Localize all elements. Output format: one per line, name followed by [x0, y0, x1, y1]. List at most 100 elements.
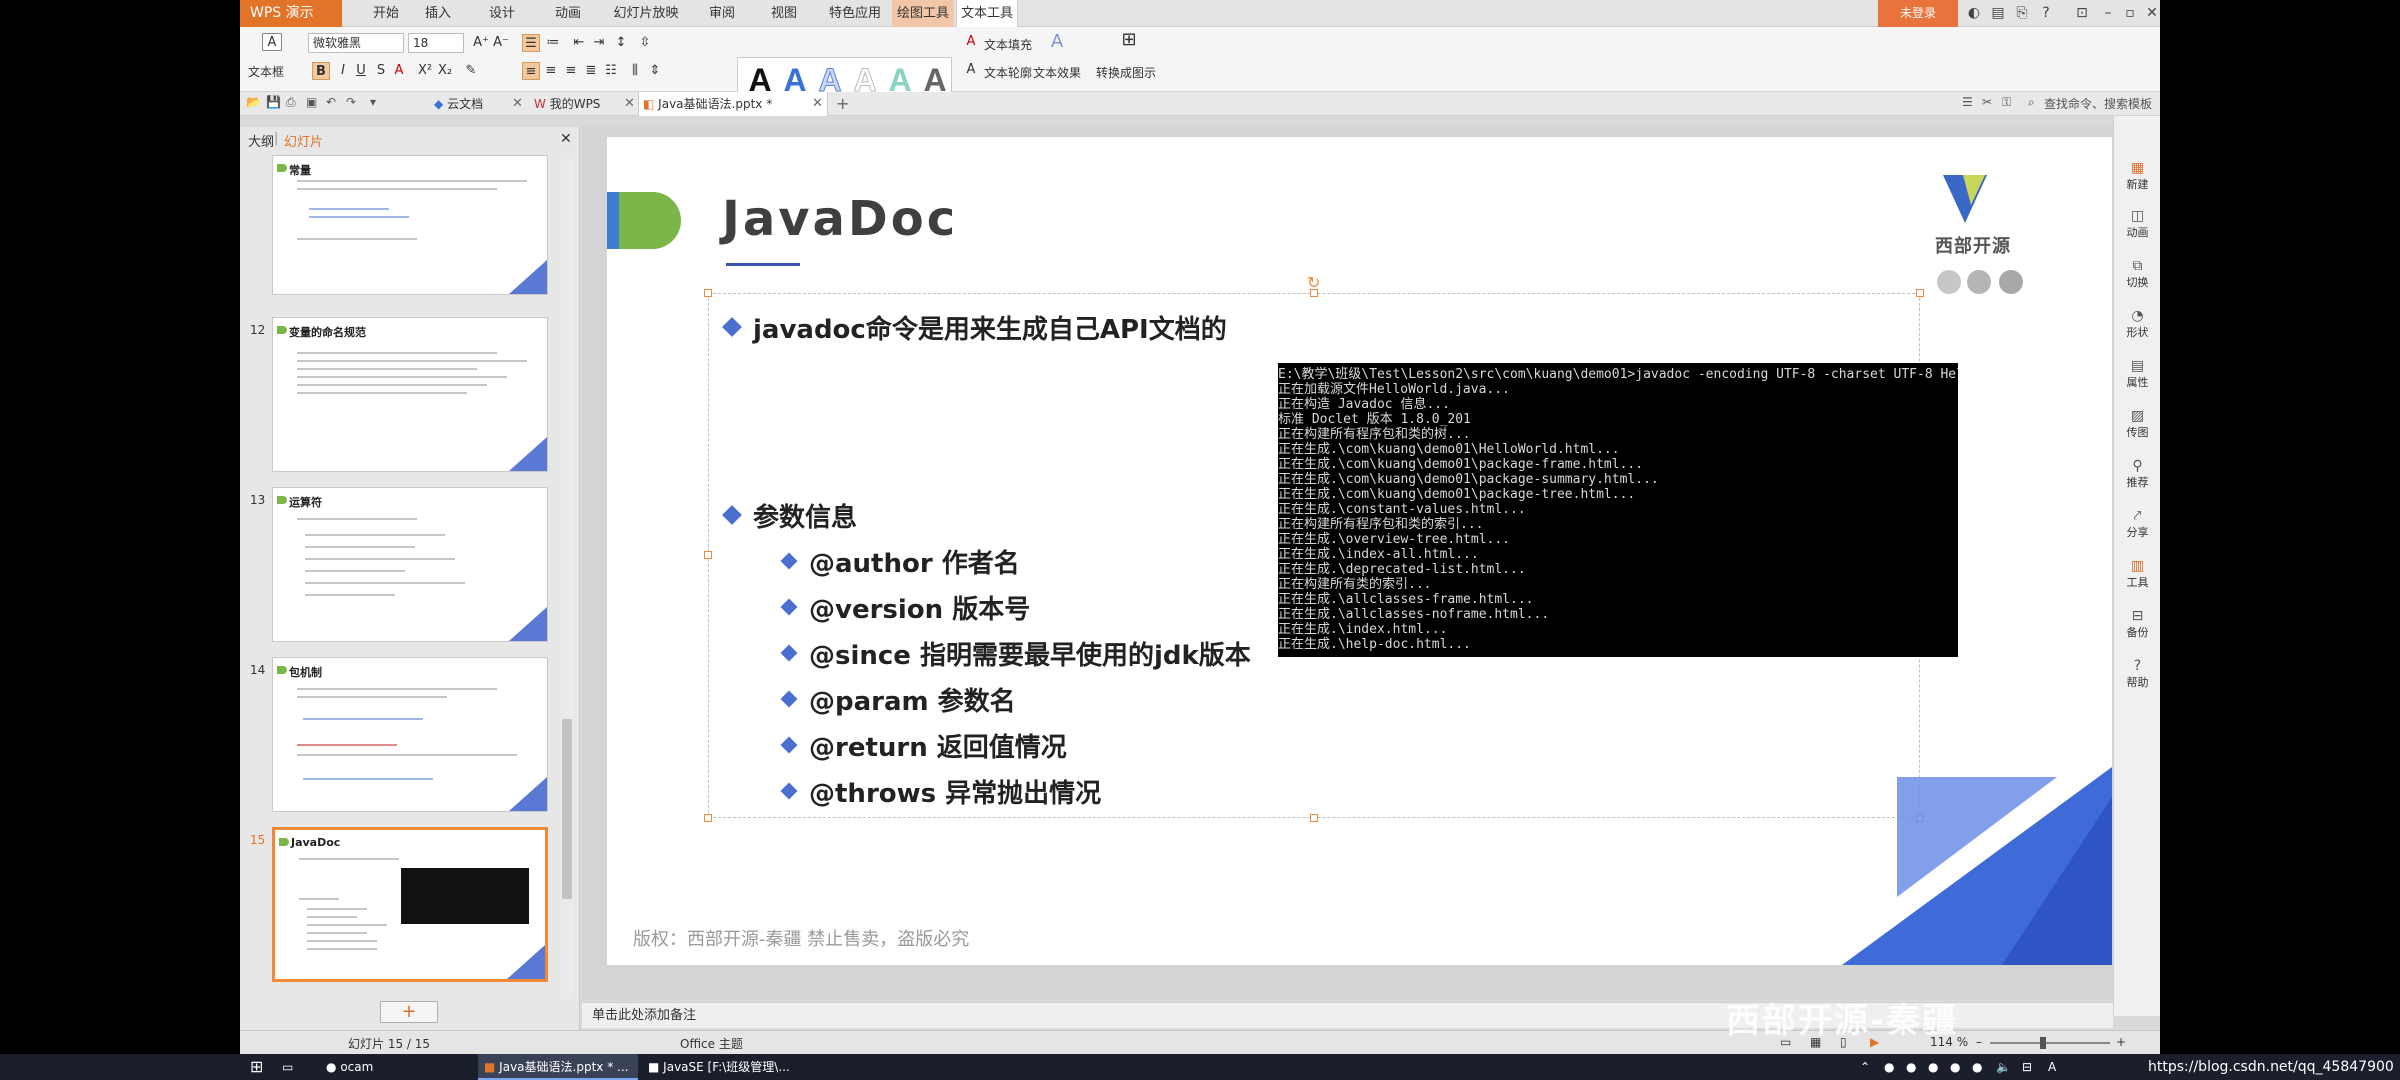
- slide-thumb-11[interactable]: 常量: [272, 155, 548, 295]
- menu-animation[interactable]: 动画: [542, 0, 594, 27]
- menu-view[interactable]: 视图: [758, 0, 810, 27]
- convert-smartart-button[interactable]: 转换成图示: [1096, 64, 1156, 81]
- menu-special[interactable]: 特色应用: [820, 0, 890, 27]
- clear-format-icon[interactable]: ✎: [462, 62, 480, 80]
- menu-home[interactable]: 开始: [360, 0, 412, 27]
- zoom-out-icon[interactable]: –: [1976, 1035, 1982, 1049]
- tray-app-icon[interactable]: ●: [1906, 1054, 1916, 1080]
- pane-scrollbar[interactable]: [560, 159, 574, 999]
- taskbar-wps[interactable]: ■ Java基础语法.pptx * ...: [478, 1054, 638, 1080]
- rightbar-help[interactable]: ? 帮助: [2114, 658, 2160, 690]
- slide-thumb-13[interactable]: 运算符: [272, 487, 548, 642]
- scroll-thumb[interactable]: [562, 719, 572, 899]
- tab-cloud-docs[interactable]: ◆ 云文档: [430, 92, 510, 116]
- menu-drawing-tools[interactable]: 绘图工具: [892, 0, 954, 27]
- tab-mywps-close-icon[interactable]: ✕: [624, 92, 635, 116]
- param-since[interactable]: @since 指明需要最早使用的jdk版本: [809, 635, 1251, 672]
- print-icon[interactable]: ⎙: [286, 95, 296, 110]
- restore-ribbon-icon[interactable]: ⊡: [2070, 0, 2094, 27]
- rightbar-properties[interactable]: ▤ 属性: [2114, 358, 2160, 390]
- param-throws[interactable]: @throws 异常抛出情况: [809, 773, 1101, 810]
- tray-app-icon[interactable]: ●: [1950, 1054, 1960, 1080]
- task-view-icon[interactable]: ▭: [282, 1054, 293, 1080]
- font-grow-icon[interactable]: A⁺: [472, 34, 490, 52]
- tools-icon[interactable]: ✂: [1982, 95, 1992, 109]
- new-tab-icon[interactable]: +: [836, 92, 849, 116]
- slide-title[interactable]: JavaDoc: [722, 191, 958, 247]
- maximize-icon[interactable]: ▫: [2118, 0, 2142, 27]
- text-effect-icon[interactable]: A: [1048, 33, 1066, 51]
- menu-design[interactable]: 设计: [476, 0, 528, 27]
- param-param[interactable]: @param 参数名: [809, 681, 1016, 718]
- param-author[interactable]: @author 作者名: [809, 543, 1020, 580]
- param-version[interactable]: @version 版本号: [809, 589, 1030, 626]
- resize-handle[interactable]: [1916, 289, 1924, 297]
- minimize-icon[interactable]: –: [2096, 0, 2120, 27]
- convert-smartart-icon[interactable]: ⊞: [1120, 31, 1138, 49]
- text-fill-button[interactable]: 文本填充: [984, 36, 1032, 53]
- wps-app-button[interactable]: WPS 演示: [240, 0, 342, 27]
- menu-text-tools[interactable]: 文本工具: [956, 0, 1018, 27]
- bullet-javadoc-command[interactable]: javadoc命令是用来生成自己API文档的: [753, 309, 1227, 346]
- rightbar-new[interactable]: ▦ 新建: [2114, 160, 2160, 192]
- slide-thumb-12[interactable]: 变量的命名规范: [272, 317, 548, 472]
- tab-document[interactable]: ◧ Java基础语法.pptx *: [638, 92, 828, 116]
- tab-doc-close-icon[interactable]: ✕: [812, 92, 823, 116]
- indent-icon[interactable]: ⇥: [590, 34, 608, 52]
- search-icon[interactable]: ⌕: [2028, 95, 2035, 110]
- resize-handle[interactable]: [704, 551, 712, 559]
- tab-my-wps[interactable]: W 我的WPS: [530, 92, 620, 116]
- zoom-in-icon[interactable]: +: [2116, 1035, 2126, 1049]
- resize-handle[interactable]: [1310, 814, 1318, 822]
- font-color-icon[interactable]: A: [390, 62, 408, 80]
- resize-handle[interactable]: [704, 289, 712, 297]
- rightbar-shape[interactable]: ◔ 形状: [2114, 308, 2160, 340]
- tab-slides[interactable]: 幻灯片: [284, 131, 323, 150]
- textbox-label[interactable]: 文本框: [248, 63, 284, 80]
- align-left-icon[interactable]: ≡: [522, 62, 540, 80]
- text-effect-button[interactable]: 文本效果: [1033, 64, 1081, 81]
- slide[interactable]: JavaDoc 西部开源 ↻ javadoc命令是用来生成自己API文档的 参数…: [607, 137, 2112, 965]
- tray-app-icon[interactable]: ●: [1928, 1054, 1938, 1080]
- rightbar-share[interactable]: ⤤ 分享: [2114, 508, 2160, 540]
- text-fill-icon[interactable]: A: [962, 33, 980, 51]
- skin-icon[interactable]: ◐: [1962, 0, 1986, 27]
- terminal-screenshot[interactable]: E:\教学\班级\Test\Lesson2\src\com\kuang\demo…: [1278, 363, 1958, 657]
- bullet-param-info[interactable]: 参数信息: [753, 497, 857, 534]
- share-icon[interactable]: ⎘: [2010, 0, 2034, 27]
- font-shrink-icon[interactable]: A⁻: [492, 34, 510, 52]
- undo-icon[interactable]: ↶: [326, 95, 336, 109]
- justify-icon[interactable]: ≣: [582, 62, 600, 80]
- resize-handle[interactable]: [704, 814, 712, 822]
- text-direction-icon[interactable]: ⇳: [636, 34, 654, 52]
- text-outline-icon[interactable]: A: [962, 61, 980, 79]
- shadow-icon[interactable]: S: [372, 62, 390, 80]
- login-button[interactable]: 未登录: [1878, 0, 1958, 27]
- redo-icon[interactable]: ↷: [346, 95, 356, 109]
- subscript-icon[interactable]: X₂: [436, 62, 454, 80]
- zoom-slider[interactable]: [1990, 1042, 2110, 1044]
- valign-icon[interactable]: ⇕: [646, 62, 664, 80]
- tab-outline[interactable]: 大纲: [248, 131, 274, 150]
- taskbar-javase[interactable]: ■ JavaSE [F:\班级管理\...: [642, 1054, 802, 1080]
- menu-slideshow[interactable]: 幻灯片放映: [606, 0, 686, 27]
- add-slide-button[interactable]: +: [380, 1001, 438, 1023]
- slide-thumb-15-selected[interactable]: JavaDoc: [272, 827, 548, 982]
- preview-icon[interactable]: ▣: [306, 95, 317, 109]
- qat-dropdown-icon[interactable]: ▾: [370, 95, 376, 109]
- line-spacing-icon[interactable]: ↕: [612, 34, 630, 52]
- rightbar-upload-image[interactable]: ▨ 传图: [2114, 408, 2160, 440]
- taskbar-ocam[interactable]: ● ocam: [320, 1054, 460, 1080]
- volume-icon[interactable]: 🔈: [1996, 1054, 2011, 1080]
- rightbar-tools[interactable]: ▥ 工具: [2114, 558, 2160, 590]
- menu-insert[interactable]: 插入: [412, 0, 464, 27]
- menu-review[interactable]: 审阅: [696, 0, 748, 27]
- lock-icon[interactable]: ⚿: [2002, 95, 2011, 110]
- help-icon[interactable]: ?: [2034, 0, 2058, 27]
- rightbar-backup[interactable]: ⊟ 备份: [2114, 608, 2160, 640]
- font-size-select[interactable]: 18: [408, 33, 464, 53]
- rotate-handle-icon[interactable]: ↻: [1307, 273, 1320, 292]
- underline-icon[interactable]: U: [352, 62, 370, 80]
- textbox-icon[interactable]: A: [262, 33, 282, 51]
- open-icon[interactable]: 📂: [246, 95, 261, 109]
